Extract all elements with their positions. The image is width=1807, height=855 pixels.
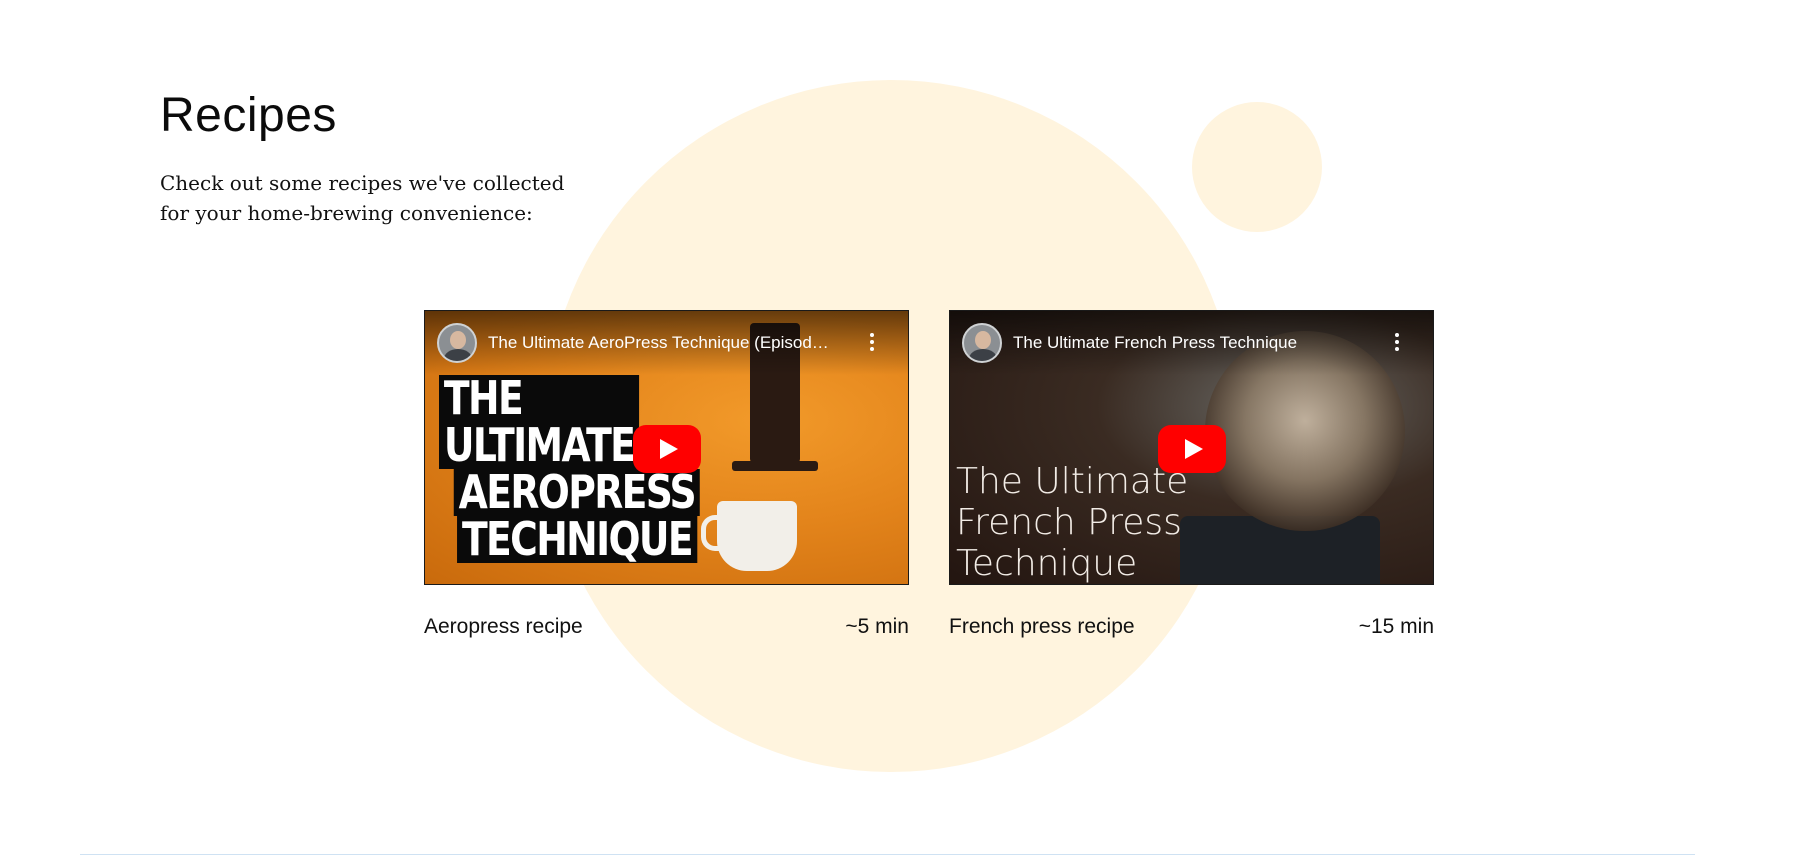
- thumbnail-text: THE ULTIMATE AEROPRESS TECHNIQUE: [439, 375, 701, 563]
- thumbnail-line: TECHNIQUE: [457, 516, 697, 563]
- thumbnail-line: AEROPRESS: [453, 469, 701, 516]
- video-title[interactable]: The Ultimate French Press Technique: [1013, 333, 1383, 353]
- thumbnail-line: French Press: [956, 502, 1182, 543]
- video-title[interactable]: The Ultimate AeroPress Technique (Episod…: [488, 333, 858, 353]
- recipe-meta: French press recipe ~15 min: [949, 615, 1434, 639]
- recipe-duration: ~5 min: [845, 615, 909, 638]
- recipe-card-aeropress: THE ULTIMATE AEROPRESS TECHNIQUE The Ult…: [424, 310, 909, 639]
- recipe-name: Aeropress recipe: [424, 615, 583, 638]
- recipe-meta: Aeropress recipe ~5 min: [424, 615, 909, 639]
- recipe-duration: ~15 min: [1358, 615, 1434, 638]
- thumbnail-text: The Ultimate French Press Technique: [956, 461, 1256, 584]
- thumbnail-line: Technique: [956, 543, 1138, 584]
- mug-illustration: [701, 501, 797, 571]
- recipe-card-french-press: The Ultimate French Press Technique The …: [949, 310, 1434, 639]
- more-vertical-icon[interactable]: [870, 333, 874, 353]
- play-button[interactable]: [633, 425, 701, 473]
- more-vertical-icon[interactable]: [1395, 333, 1399, 353]
- play-button[interactable]: [1158, 425, 1226, 473]
- page-title: Recipes: [160, 89, 337, 142]
- recipe-name: French press recipe: [949, 615, 1135, 638]
- video-player[interactable]: THE ULTIMATE AEROPRESS TECHNIQUE The Ult…: [424, 310, 909, 585]
- video-player[interactable]: The Ultimate French Press Technique The …: [949, 310, 1434, 585]
- decorative-circle-small: [1192, 102, 1322, 232]
- thumbnail-line: THE ULTIMATE: [439, 375, 640, 469]
- channel-avatar[interactable]: [962, 323, 1002, 363]
- page-intro: Check out some recipes we've collected f…: [160, 171, 565, 225]
- channel-avatar[interactable]: [437, 323, 477, 363]
